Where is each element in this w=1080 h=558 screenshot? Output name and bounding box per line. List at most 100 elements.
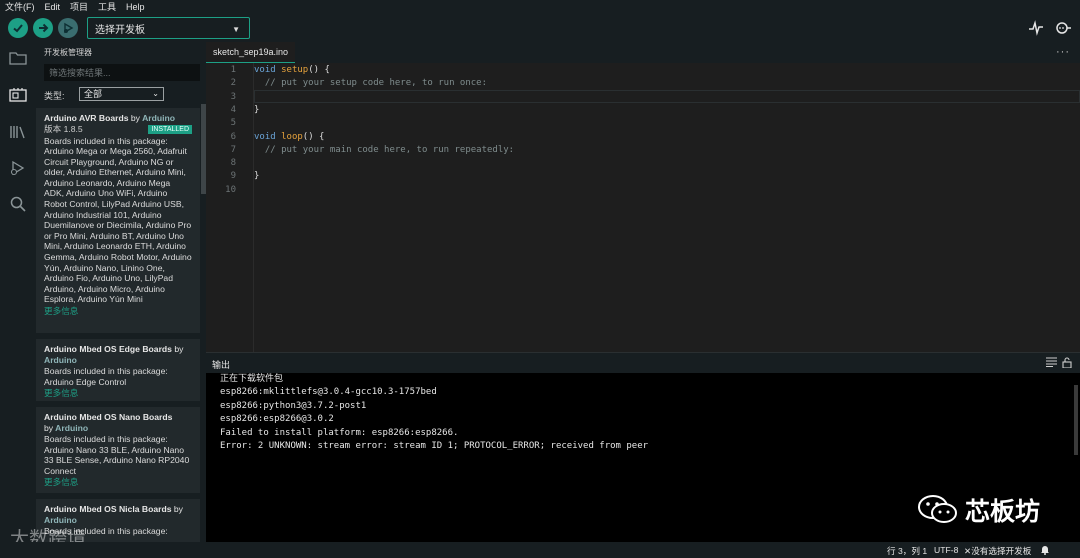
search-icon	[10, 196, 26, 212]
serial-monitor-button[interactable]	[1054, 20, 1071, 36]
board-description: Boards included in this package: Arduino…	[44, 135, 192, 305]
tab-label: sketch_sep19a.ino	[213, 47, 289, 57]
output-header: 输出	[206, 352, 1080, 373]
line-number: 8	[230, 158, 236, 169]
activity-bar	[0, 42, 36, 542]
code-editor[interactable]: 1 2 3 4 5 6 7 8 9 10 void setup() { // p…	[206, 63, 1080, 352]
filter-input[interactable]	[44, 64, 200, 81]
search-button[interactable]	[0, 190, 36, 218]
type-select-value: 全部	[84, 89, 103, 99]
keyword: void	[254, 131, 276, 142]
code-comment: // put your setup code here, to run once…	[254, 78, 487, 89]
output-line: esp8266:python3@3.7.2-post1	[220, 400, 367, 411]
board-icon	[9, 88, 27, 102]
upload-button[interactable]	[33, 18, 53, 38]
line-number: 5	[230, 118, 236, 129]
board-author: Arduino	[44, 354, 77, 365]
keyword: void	[254, 65, 276, 75]
line-number: 9	[230, 171, 236, 182]
board-status[interactable]: ✕没有选择开发板	[964, 545, 1031, 557]
board-card-mbed-edge[interactable]: Arduino Mbed OS Edge Boards by Arduino B…	[36, 339, 200, 401]
board-card-mbed-nano[interactable]: Arduino Mbed OS Nano Boards by Arduino B…	[36, 407, 200, 493]
clear-output-button[interactable]	[1046, 357, 1057, 370]
watermark-brand: 芯板坊	[965, 497, 1041, 526]
debug-button[interactable]	[58, 18, 78, 38]
folder-icon	[9, 52, 27, 65]
boards-manager-button[interactable]	[0, 81, 36, 109]
toolbar: 选择开发板 ▼	[0, 14, 1080, 42]
lock-scroll-button[interactable]	[1062, 357, 1072, 371]
bell-icon	[1041, 546, 1049, 555]
line-number: 7	[230, 144, 236, 155]
cursor-position[interactable]: 行 3，列 1	[887, 545, 927, 557]
line-number: 6	[230, 131, 236, 142]
chevron-down-icon: ⌄	[152, 89, 159, 98]
library-manager-button[interactable]	[0, 118, 36, 146]
menu-tools[interactable]: 工具	[93, 0, 121, 14]
code-line: void loop() {	[254, 131, 324, 144]
code-text: () {	[302, 131, 325, 142]
more-icon[interactable]: ···	[1056, 46, 1070, 58]
status-bar: 行 3，列 1 UTF-8 ✕没有选择开发板	[0, 542, 1080, 558]
notifications-button[interactable]	[1040, 544, 1050, 557]
more-info-link[interactable]: 更多信息	[44, 306, 192, 317]
board-by: by	[174, 344, 184, 354]
encoding[interactable]: UTF-8	[934, 545, 958, 555]
watermark: 芯板坊	[917, 494, 1040, 526]
check-icon	[13, 24, 23, 33]
arrow-right-icon	[39, 23, 49, 33]
magnifier-dots-icon	[1056, 22, 1071, 34]
library-icon	[10, 126, 25, 139]
serial-plotter-button[interactable]	[1028, 20, 1044, 36]
type-select[interactable]: 全部 ⌄	[79, 87, 164, 101]
line-number: 10	[225, 184, 236, 195]
pulse-icon	[1029, 20, 1043, 36]
board-name: Arduino Mbed OS Nano Boards	[44, 412, 173, 422]
board-name: Arduino AVR Boards	[44, 113, 129, 123]
debug-icon	[64, 22, 74, 34]
code-comment: // put your main code here, to run repea…	[254, 144, 515, 155]
board-name: Arduino Mbed OS Nicla Boards	[44, 504, 172, 514]
output-title: 输出	[212, 360, 231, 370]
code-line: }	[254, 104, 260, 115]
board-description: Boards included in this package: Arduino…	[44, 366, 168, 387]
function-name: setup	[281, 65, 309, 75]
chevron-down-icon: ▼	[232, 25, 240, 34]
output-line: 正在下载软件包	[220, 374, 284, 384]
line-number: 4	[230, 104, 236, 115]
line-number: 2	[230, 78, 236, 89]
board-card-avr[interactable]: Arduino AVR Boards by Arduino 版本 1.8.5 IN…	[36, 108, 200, 333]
board-by: by	[44, 422, 54, 433]
menu-file[interactable]: 文件(F)	[0, 0, 40, 14]
more-info-link[interactable]: 更多信息	[44, 388, 192, 399]
code-line: }	[254, 171, 260, 182]
wechat-icon	[918, 495, 957, 523]
board-select[interactable]: 选择开发板 ▼	[87, 17, 250, 39]
menu-bar: 文件(F) Edit 项目 工具 Help	[0, 0, 1080, 14]
board-select-label: 选择开发板	[95, 24, 145, 36]
editor-tabs: sketch_sep19a.ino ···	[206, 42, 1080, 63]
code-line: void setup() {	[254, 64, 330, 77]
menu-project[interactable]: 项目	[65, 0, 93, 14]
sketchbook-button[interactable]	[0, 44, 36, 72]
line-number: 1	[230, 65, 236, 75]
output-line: esp8266:esp8266@3.0.2	[220, 414, 334, 425]
verify-button[interactable]	[8, 18, 28, 38]
scrollbar[interactable]	[1074, 385, 1078, 455]
type-label: 类型:	[44, 91, 65, 101]
list-icon	[1046, 357, 1057, 368]
debug-panel-button[interactable]	[0, 154, 36, 182]
function-name: loop	[281, 131, 303, 142]
code-text: () {	[308, 65, 330, 75]
installed-badge: INSTALLED	[148, 124, 192, 134]
output-line: Failed to install platform: esp8266:esp8…	[220, 427, 459, 438]
menu-edit[interactable]: Edit	[40, 0, 66, 14]
tab-sketch[interactable]: sketch_sep19a.ino	[206, 42, 296, 63]
board-by: by	[173, 504, 183, 514]
board-author: Arduino	[142, 113, 175, 123]
more-info-link[interactable]: 更多信息	[44, 477, 192, 488]
board-version: 版本 1.8.5	[44, 123, 83, 134]
line-number: 3	[230, 91, 236, 102]
menu-help[interactable]: Help	[121, 0, 150, 14]
current-line-highlight	[254, 90, 1080, 103]
